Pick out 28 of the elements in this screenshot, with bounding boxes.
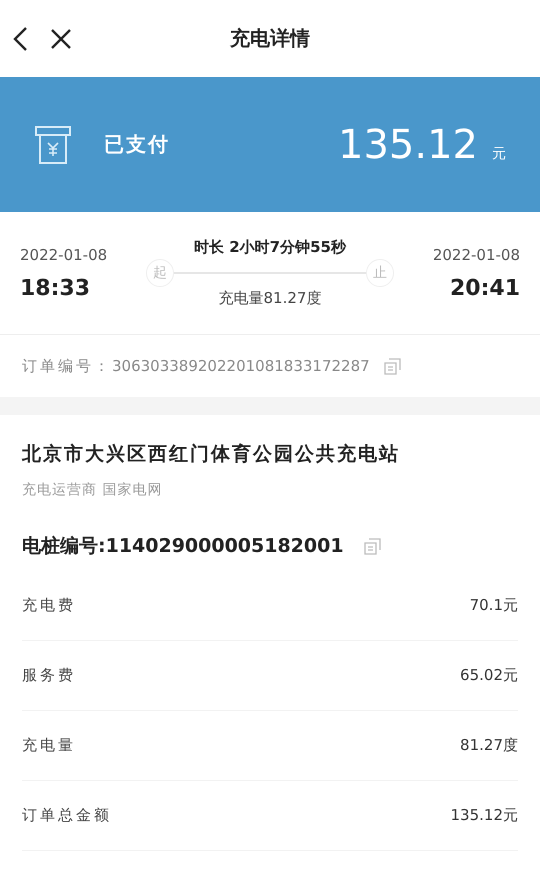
start-marker: 起	[146, 259, 174, 287]
payment-status: 已支付	[104, 131, 171, 158]
payment-icon	[34, 124, 72, 164]
back-icon[interactable]	[12, 26, 28, 52]
end-date: 2022-01-08	[432, 246, 520, 264]
end-time: 20:41	[450, 276, 520, 300]
amount-unit: 元	[492, 144, 506, 162]
fee-value: 135.12元	[450, 806, 518, 825]
fee-value: 65.02元	[460, 666, 518, 685]
payment-amount: 135.12	[338, 122, 478, 168]
page-title: 充电详情	[230, 25, 310, 52]
fee-label: 充电费	[22, 596, 76, 615]
start-date: 2022-01-08	[20, 246, 108, 264]
order-number: 306303389202201081833172287	[112, 357, 370, 375]
fee-label: 充电量	[22, 736, 76, 755]
station-operator: 充电运营商 国家电网	[22, 481, 164, 499]
pile-number: 电桩编号:114029000005182001	[22, 534, 344, 559]
fee-label: 订单总金额	[22, 806, 112, 825]
fee-value: 70.1元	[470, 596, 518, 615]
fee-label: 服务费	[22, 666, 76, 685]
order-number-label: 订单编号：	[22, 356, 112, 376]
charged-energy: 充电量81.27度	[218, 289, 322, 308]
fee-value: 81.27度	[460, 736, 518, 755]
charging-duration: 时长 2小时7分钟55秒	[194, 238, 346, 257]
station-name: 北京市大兴区西红门体育公园公共充电站	[22, 442, 401, 467]
close-icon[interactable]	[50, 28, 72, 50]
start-time: 18:33	[20, 276, 92, 300]
end-marker: 止	[366, 259, 394, 287]
